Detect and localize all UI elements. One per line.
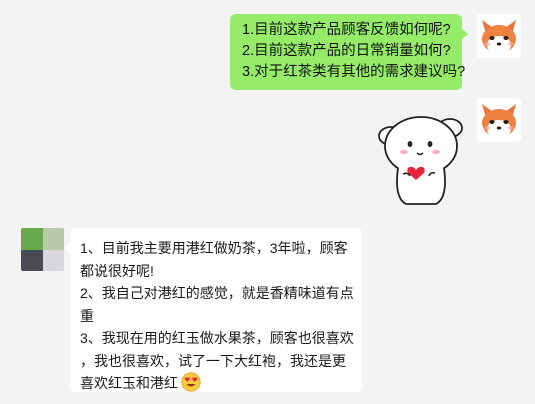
message-line: 重 — [80, 307, 94, 324]
self-avatar[interactable] — [477, 14, 521, 58]
message-line: 2.目前这款产品的日常销量如何? — [242, 43, 451, 59]
message-line: 3.对于红茶类有其他的需求建议吗? — [242, 64, 466, 80]
message-line: 喜欢红玉和港红 — [80, 372, 352, 395]
incoming-message-bubble[interactable]: 1、目前我主要用港红做奶茶，3年啦，顾客 都说很好呢! 2、我自己对港红的感觉，… — [64, 228, 362, 395]
avatar-tile — [21, 228, 43, 250]
outgoing-message-bubble[interactable]: 1.目前这款产品顾客反馈如何呢? 2.目前这款产品的日常销量如何? 3.对于红茶… — [230, 14, 468, 90]
message-line: 1、目前我主要用港红做奶茶，3年啦，顾客 — [80, 240, 348, 256]
avatar-tile — [21, 249, 43, 271]
contact-avatar[interactable] — [21, 228, 64, 271]
message-line: 1.目前这款产品顾客反馈如何呢? — [242, 22, 451, 38]
fox-avatar-icon — [477, 98, 521, 142]
message-text: 喜欢红玉和港红 — [80, 375, 178, 391]
cute-dog-holding-heart-sticker — [378, 116, 463, 205]
avatar-tile — [42, 228, 64, 250]
message-line: 都说很好呢! — [80, 262, 154, 279]
message-line: 3、我现在用的红玉做水果茶，顾客也很喜欢 — [80, 330, 354, 346]
message-line: ，我也很喜欢，试了一下大红袍，我还是更 — [80, 352, 346, 369]
fox-avatar-icon — [477, 14, 521, 58]
self-avatar[interactable] — [477, 98, 521, 142]
sticker-message[interactable] — [372, 106, 468, 208]
message-line: 2、我自己对港红的感觉，就是香精味道有点 — [80, 285, 354, 301]
heart-eyes-emoji-icon — [181, 372, 201, 392]
avatar-tile — [42, 249, 64, 271]
